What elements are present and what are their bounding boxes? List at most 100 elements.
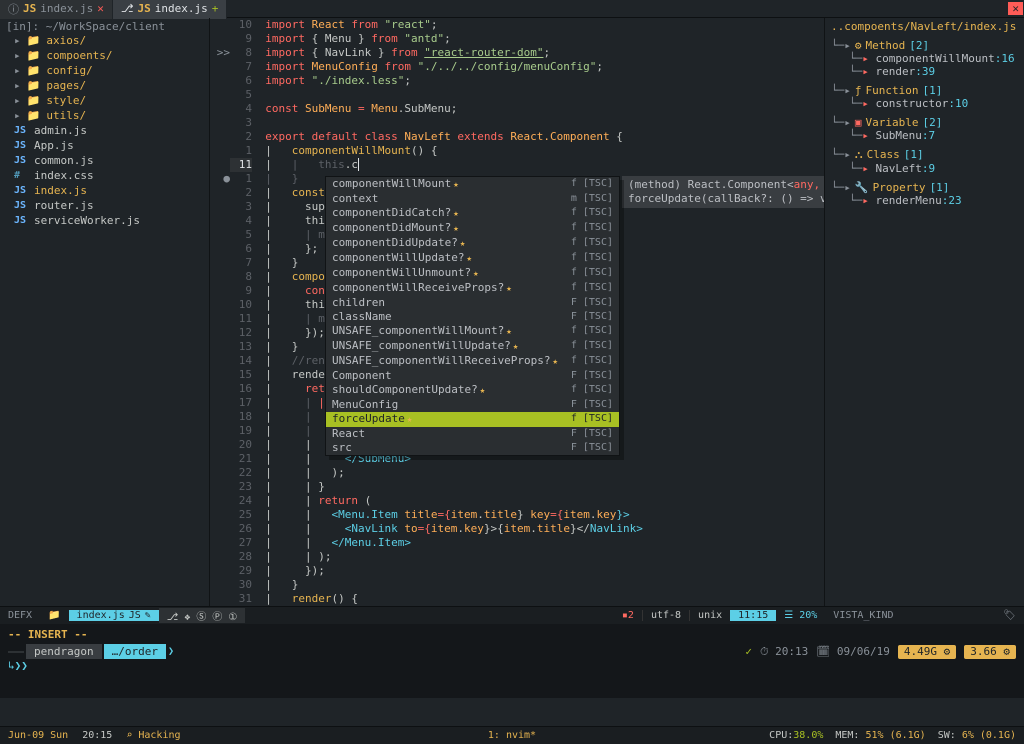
status-mode: DEFX xyxy=(0,610,40,621)
tree-file[interactable]: #index.css xyxy=(6,168,203,183)
tree-folder[interactable]: ▸📁style/ xyxy=(6,93,203,108)
tag-icon: 🏷 xyxy=(995,610,1024,621)
autocomplete-item[interactable]: UNSAFE_componentWillReceiveProps?f [TSC] xyxy=(326,354,619,369)
outline-kind-icon: ⚙ xyxy=(855,39,862,52)
tmux-session: ⌕ Hacking xyxy=(126,730,180,741)
panel-close-icon[interactable]: ✕ xyxy=(1008,2,1024,15)
autocomplete-item[interactable]: classNameF [TSC] xyxy=(326,310,619,324)
tab-label: index.js xyxy=(155,2,208,15)
autocomplete-item[interactable]: UNSAFE_componentWillUpdate?f [TSC] xyxy=(326,339,619,354)
folder-icon: 📁 xyxy=(27,64,41,77)
autocomplete-item[interactable]: contextm [TSC] xyxy=(326,192,619,206)
tree-folder[interactable]: ▸📁utils/ xyxy=(6,108,203,123)
autocomplete-item[interactable]: componentWillUpdate?f [TSC] xyxy=(326,251,619,266)
outline-kind-icon: ⛬ xyxy=(855,148,863,162)
outline-group-header[interactable]: └─▸ ▣ Variable [2] xyxy=(831,116,1018,129)
js-file-icon: JS xyxy=(14,125,28,136)
tree-file[interactable]: JSserviceWorker.js xyxy=(6,213,203,228)
autocomplete-item[interactable]: UNSAFE_componentWillMount?f [TSC] xyxy=(326,324,619,339)
status-diagnostics[interactable]: ▪2 xyxy=(614,610,642,621)
swap-meter: SW: 6% (0.1G) xyxy=(938,730,1016,741)
autocomplete-item[interactable]: childrenF [TSC] xyxy=(326,296,619,310)
tree-file[interactable]: JSApp.js xyxy=(6,138,203,153)
js-file-icon: JS xyxy=(14,155,28,166)
autocomplete-item[interactable]: componentWillUnmount?f [TSC] xyxy=(326,266,619,281)
outline-group-header[interactable]: └─▸ ⛬ Class [1] xyxy=(831,148,1018,162)
vim-mode-indicator: -- INSERT -- xyxy=(0,624,1024,642)
autocomplete-popup[interactable]: componentWillMountf [TSC]contextm [TSC]c… xyxy=(325,176,620,456)
tree-folder[interactable]: ▸📁config/ xyxy=(6,63,203,78)
tree-folder[interactable]: ▸📁axios/ xyxy=(6,33,203,48)
tmux-statusbar: Jun-09 Sun 20:15 ⌕ Hacking 1: nvim* CPU:… xyxy=(0,726,1024,744)
signature-help: (method) React.Component<any, any, any>.… xyxy=(622,176,824,208)
autocomplete-item[interactable]: forceUpdatef [TSC] xyxy=(326,412,619,427)
folder-icon: 📁 xyxy=(40,610,68,621)
status-git-icons: ⎇ ❖ Ⓢ Ⓟ ① xyxy=(159,608,246,623)
modified-icon: + xyxy=(212,2,219,15)
autocomplete-item[interactable]: shouldComponentUpdate?f [TSC] xyxy=(326,383,619,398)
tree-file[interactable]: JScommon.js xyxy=(6,153,203,168)
tree-root-path: [in]: ~/WorkSpace/client xyxy=(6,20,203,33)
autocomplete-item[interactable]: componentDidCatch?f [TSC] xyxy=(326,206,619,221)
filetype-badge: JS xyxy=(23,2,36,15)
css-file-icon: # xyxy=(14,170,28,181)
prompt-continuation[interactable]: ↳❯❯ xyxy=(8,659,1016,672)
tree-folder[interactable]: ▸📁pages/ xyxy=(6,78,203,93)
outline-kind-icon: ▣ xyxy=(855,116,862,129)
info-icon: ⓘ xyxy=(8,1,19,17)
tmux-window[interactable]: 1: nvim* xyxy=(488,730,536,741)
autocomplete-item[interactable]: componentWillMountf [TSC] xyxy=(326,177,619,192)
autocomplete-item[interactable]: componentDidMount?f [TSC] xyxy=(326,221,619,236)
calendar-icon: 🗓 09/06/19 xyxy=(816,645,890,659)
autocomplete-item[interactable]: ComponentF [TSC] xyxy=(326,369,619,383)
autocomplete-item[interactable]: componentWillReceiveProps?f [TSC] xyxy=(326,281,619,296)
autocomplete-item[interactable]: componentDidUpdate?f [TSC] xyxy=(326,236,619,251)
sys-stat-2: 3.66 ⚙ xyxy=(964,645,1016,659)
sys-stat-1: 4.49G ⚙ xyxy=(898,645,956,659)
tree-file[interactable]: JSindex.js xyxy=(6,183,203,198)
tree-file[interactable]: JSrouter.js xyxy=(6,198,203,213)
filetype-badge: JS xyxy=(138,2,151,15)
tree-folder[interactable]: ▸📁compoents/ xyxy=(6,48,203,63)
js-file-icon: JS xyxy=(14,185,28,196)
status-vista: VISTA_KIND xyxy=(825,610,995,621)
tmux-time: 20:15 xyxy=(82,730,112,741)
outline-panel[interactable]: ..compoents/NavLeft/index.js └─▸ ⚙ Metho… xyxy=(824,18,1024,606)
prompt-user: pendragon xyxy=(26,644,102,659)
code-editor[interactable]: 10 import React from "react"; 9 import {… xyxy=(210,18,824,606)
autocomplete-item[interactable]: ReactF [TSC] xyxy=(326,427,619,441)
outline-item[interactable]: └─▸ renderMenu:23 xyxy=(831,194,1018,207)
cpu-meter: CPU:38.0% xyxy=(769,730,823,741)
folder-icon: 📁 xyxy=(27,79,41,92)
outline-item[interactable]: └─▸ render:39 xyxy=(831,65,1018,78)
status-ok-icon: ✓ xyxy=(745,645,752,659)
js-file-icon: JS xyxy=(14,200,28,211)
vcs-icon: ⎇ xyxy=(121,2,134,15)
outline-item[interactable]: └─▸ NavLeft:9 xyxy=(831,162,1018,175)
js-file-icon: JS xyxy=(14,215,28,226)
autocomplete-item[interactable]: srcF [TSC] xyxy=(326,441,619,455)
js-file-icon: JS xyxy=(14,140,28,151)
close-icon[interactable]: ✕ xyxy=(97,2,104,15)
outline-kind-icon: 🔧 xyxy=(855,181,869,194)
autocomplete-item[interactable]: MenuConfigF [TSC] xyxy=(326,398,619,412)
outline-item[interactable]: └─▸ componentWillMount:16 xyxy=(831,52,1018,65)
tmux-date: Jun-09 Sun xyxy=(8,730,68,741)
tab-active[interactable]: ⎇ JS index.js + xyxy=(113,0,228,19)
tree-file[interactable]: JSadmin.js xyxy=(6,123,203,138)
outline-group-header[interactable]: └─▸ 🔧 Property [1] xyxy=(831,181,1018,194)
folder-icon: 📁 xyxy=(27,49,41,62)
text-cursor xyxy=(358,158,359,171)
file-explorer[interactable]: [in]: ~/WorkSpace/client ▸📁axios/▸📁compo… xyxy=(0,18,210,606)
outline-item[interactable]: └─▸ constructor:10 xyxy=(831,97,1018,110)
statusline: DEFX 📁 index.js JS ✎ ⎇ ❖ Ⓢ Ⓟ ① ▪2 utf-8 … xyxy=(0,606,1024,624)
terminal[interactable]: pendragon …/order ❯ ✓ ⏱ 20:13 🗓 09/06/19… xyxy=(0,642,1024,698)
outline-item[interactable]: └─▸ SubMenu:7 xyxy=(831,129,1018,142)
apple-icon xyxy=(8,651,24,653)
outline-kind-icon: ƒ xyxy=(855,84,862,97)
outline-group-header[interactable]: └─▸ ƒ Function [1] xyxy=(831,84,1018,97)
outline-group-header[interactable]: └─▸ ⚙ Method [2] xyxy=(831,39,1018,52)
tab-label: index.js xyxy=(40,2,93,15)
tab-left[interactable]: ⓘ JS index.js ✕ xyxy=(0,0,113,19)
status-fileformat: unix xyxy=(689,610,730,621)
